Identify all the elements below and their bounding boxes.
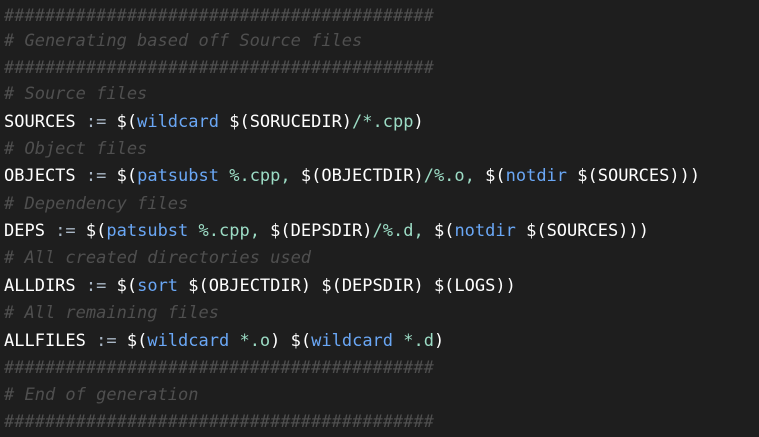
code-token-var: DEPS	[4, 221, 56, 241]
code-token-dollar: $(OBJECTDIR)	[188, 276, 322, 296]
code-token-dollar: $(	[126, 331, 148, 351]
code-token-fn: patsubst	[137, 166, 230, 186]
comment-text: ########################################…	[4, 58, 434, 78]
comment-text: # Source files	[4, 84, 148, 104]
code-token-dollar: $(LOGS)	[433, 276, 506, 296]
code-token-paren: )	[505, 276, 516, 296]
code-token-paren: ))	[679, 166, 701, 186]
code-token-fn: notdir	[454, 221, 527, 241]
code-token-paren: ))	[628, 221, 649, 241]
code-editor[interactable]: ########################################…	[0, 0, 759, 437]
code-token-dollar: $(	[116, 276, 138, 296]
code-token-op: :=	[85, 166, 117, 186]
code-token-dollar: $(SOURCES)	[577, 166, 680, 186]
code-token-str: *.o	[239, 331, 271, 351]
comment-text: # All remaining files	[4, 303, 219, 323]
comment-line[interactable]: # All remaining files	[4, 301, 219, 325]
comment-line[interactable]: # Source files	[4, 82, 147, 106]
code-line[interactable]: SOURCES := $(wildcard $(SORUCEDIR)/*.cpp…	[4, 110, 424, 134]
code-token-dollar: $(	[116, 166, 138, 186]
code-token-var: SOURCES	[4, 112, 86, 132]
comment-text: # Object files	[4, 139, 148, 159]
code-token-var: ALLDIRS	[4, 276, 86, 296]
code-token-str: /%.o,	[423, 166, 486, 186]
code-token-paren: )	[413, 112, 424, 132]
code-token-op: :=	[85, 276, 117, 296]
code-token-dollar: $(	[116, 112, 138, 132]
code-token-var: ALLFILES	[4, 331, 97, 351]
comment-line[interactable]: ########################################…	[4, 4, 434, 28]
code-token-fn: sort	[137, 276, 189, 296]
code-token-dollar: $(DEPSDIR)	[270, 221, 373, 241]
comment-text: ########################################…	[4, 412, 434, 432]
code-line[interactable]: ALLDIRS := $(sort $(OBJECTDIR) $(DEPSDIR…	[4, 274, 516, 298]
code-token-fn: wildcard	[137, 112, 230, 132]
comment-line[interactable]: ########################################…	[4, 56, 434, 80]
comment-text: # End of generation	[4, 385, 199, 405]
comment-text: # Generating based off Source files	[4, 31, 363, 51]
code-token-op: :=	[96, 331, 127, 351]
code-token-op: :=	[55, 221, 86, 241]
code-token-str: /%.d,	[372, 221, 434, 241]
code-token-op: :=	[85, 112, 117, 132]
code-line[interactable]: DEPS := $(patsubst %.cpp, $(DEPSDIR)/%.d…	[4, 219, 649, 243]
comment-line[interactable]: # Dependency files	[4, 192, 188, 216]
code-token-dollar: $(	[290, 331, 312, 351]
code-token-str: %.cpp,	[198, 221, 271, 241]
comment-line[interactable]: ########################################…	[4, 356, 434, 380]
code-token-str: /*.cpp	[352, 112, 414, 132]
comment-text: # Dependency files	[4, 194, 189, 214]
code-line[interactable]: OBJECTS := $(patsubst %.cpp, $(OBJECTDIR…	[4, 164, 700, 188]
comment-line[interactable]: ########################################…	[4, 410, 434, 434]
code-token-fn: notdir	[505, 166, 578, 186]
code-token-fn: patsubst	[106, 221, 199, 241]
comment-line[interactable]: # End of generation	[4, 383, 198, 407]
code-token-dollar: $(SORUCEDIR)	[229, 112, 353, 132]
code-token-dollar: $(	[85, 221, 107, 241]
comment-line[interactable]: # All created directories used	[4, 246, 311, 270]
code-token-var: OBJECTS	[4, 166, 86, 186]
comment-line[interactable]: # Object files	[4, 137, 147, 161]
code-token-dollar: $(SOURCES)	[526, 221, 629, 241]
code-token-paren: )	[433, 331, 445, 351]
comment-line[interactable]: # Generating based off Source files	[4, 29, 362, 53]
code-token-fn: wildcard	[311, 331, 404, 351]
comment-text: ########################################…	[4, 358, 434, 378]
code-token-fn: wildcard	[147, 331, 240, 351]
code-token-str: *.d	[403, 331, 434, 351]
code-token-dollar: $(	[433, 221, 455, 241]
comment-text: # All created directories used	[4, 248, 312, 268]
code-token-dollar: $(	[485, 166, 506, 186]
comment-text: ########################################…	[4, 6, 434, 26]
code-token-dollar: $(OBJECTDIR)	[300, 166, 424, 186]
code-token-str: %.cpp,	[229, 166, 301, 186]
code-line[interactable]: ALLFILES := $(wildcard *.o) $(wildcard *…	[4, 329, 444, 353]
code-token-dollar: $(DEPSDIR)	[321, 276, 434, 296]
code-token-paren: )	[270, 331, 291, 351]
